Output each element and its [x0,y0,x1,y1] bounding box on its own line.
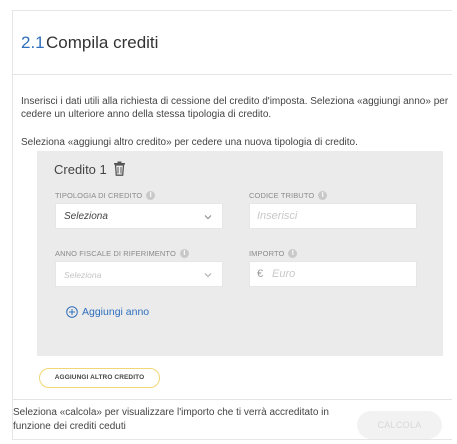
calculate-hint: Seleziona «calcola» per visualizzare l'i… [13,407,329,432]
plus-circle-icon [66,306,78,318]
compila-crediti-card: 2.1 Compila crediti Inserisci i dati uti… [12,10,452,440]
info-icon[interactable]: i [179,249,189,258]
anno-fiscale-select[interactable]: Seleziona [55,261,223,287]
section-header: 2.1 Compila crediti [13,11,452,75]
info-icon[interactable]: i [288,249,298,258]
add-credit-button[interactable]: AGGIUNGI ALTRO CREDITO [39,368,160,388]
importo-input[interactable]: € Euro [249,261,417,287]
page: 2.1 Compila crediti Inserisci i dati uti… [0,0,457,444]
tipologia-label-text: TIPOLOGIA DI CREDITO [55,191,143,200]
chevron-down-icon [204,273,212,278]
importo-placeholder: Euro [272,268,296,280]
codice-tributo-input[interactable]: Inserisci [249,203,417,229]
section-title: Compila crediti [46,33,159,52]
importo-label-text: IMPORTO [249,249,285,258]
chevron-down-icon [204,215,212,220]
add-year-link[interactable]: Aggiungi anno [66,306,149,318]
intro-text: Inserisci i dati utili alla richiesta di… [21,96,449,120]
codice-tributo-label: CODICE TRIBUTO i [249,191,328,200]
codice-tributo-label-text: CODICE TRIBUTO [249,191,315,200]
importo-label: IMPORTO i [249,249,298,258]
trash-icon[interactable] [113,161,126,176]
tipologia-label: TIPOLOGIA DI CREDITO i [55,191,156,200]
anno-fiscale-label: ANNO FISCALE DI RIFERIMENTO i [55,249,189,258]
anno-fiscale-label-text: ANNO FISCALE DI RIFERIMENTO [55,249,176,258]
intro-text-2: Seleziona «aggiungi altro credito» per c… [21,137,358,148]
tipologia-select[interactable]: Seleziona [55,203,223,229]
info-icon[interactable]: i [318,191,328,200]
anno-fiscale-placeholder: Seleziona [64,270,102,280]
codice-tributo-placeholder: Inserisci [257,210,298,222]
calculate-button[interactable]: CALCOLA [357,411,442,439]
add-year-label: Aggiungi anno [82,306,150,318]
info-icon[interactable]: i [146,191,156,200]
step-number: 2.1 [21,33,45,52]
credit-title: Credito 1 [54,162,107,177]
currency-symbol: € [257,268,264,280]
credit-panel: Credito 1 TIPOLOGIA DI CREDITO i Selezio… [37,151,443,356]
tipologia-value: Seleziona [64,211,108,222]
